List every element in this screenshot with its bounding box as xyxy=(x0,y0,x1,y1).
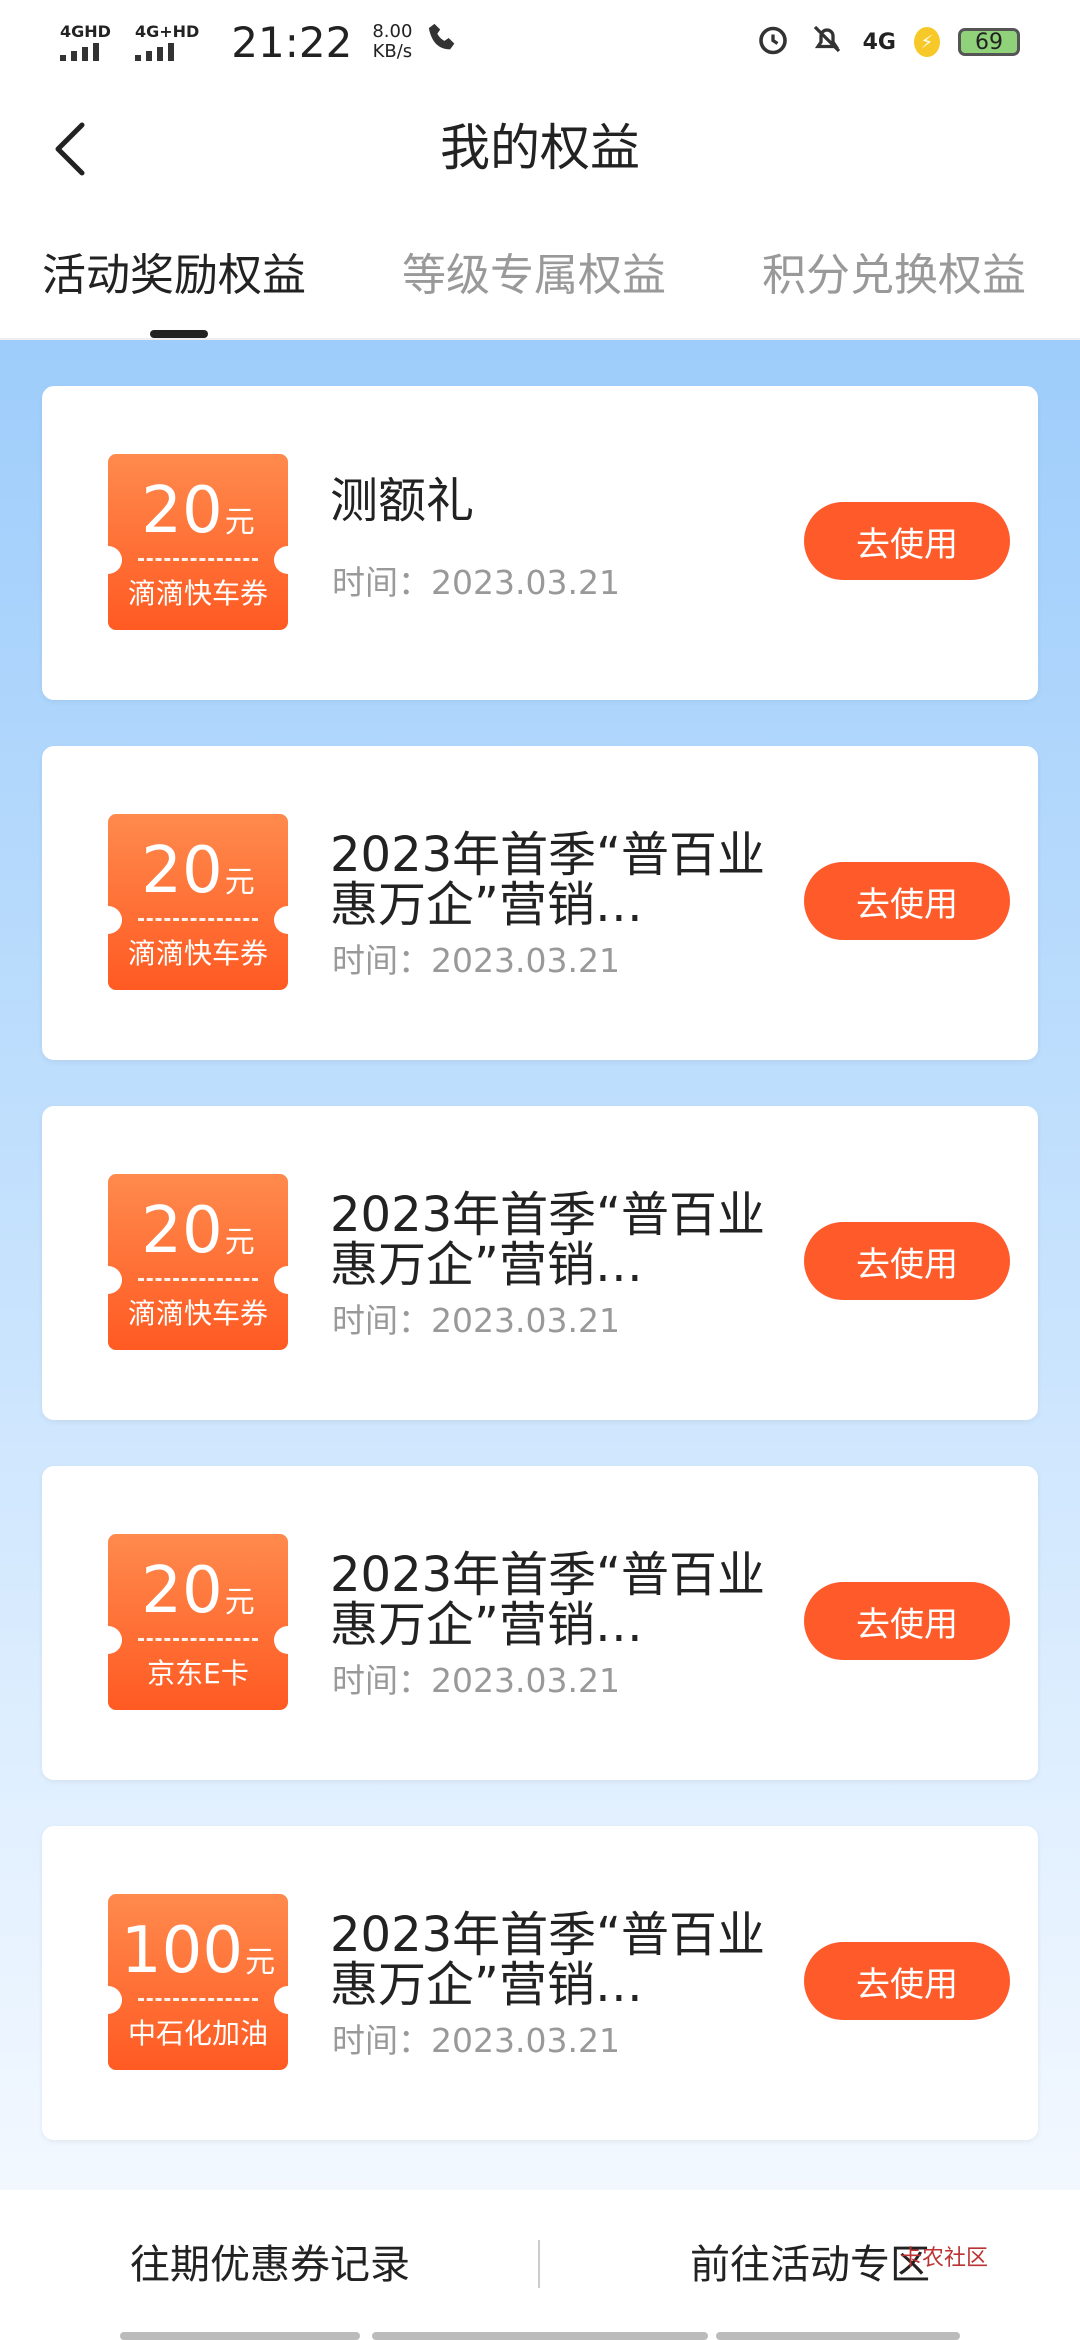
battery-level: 69 xyxy=(975,29,1003,55)
amount-value: 20 xyxy=(141,1194,223,1268)
coupon-badge: 20元 滴滴快车券 xyxy=(108,454,288,630)
benefit-title: 2023年首季“普百业 惠万企”营销… xyxy=(330,1190,766,1290)
use-button[interactable]: 去使用 xyxy=(804,1222,1010,1300)
bottom-bar: 往期优惠券记录 前往活动专区 卡农社区 xyxy=(0,2190,1080,2340)
bell-muted-icon xyxy=(809,21,845,64)
network-label-3: 4G xyxy=(862,29,896,55)
divider xyxy=(538,2240,540,2288)
nav-indicator xyxy=(372,2332,708,2340)
use-button[interactable]: 去使用 xyxy=(804,862,1010,940)
signal-bars-icon xyxy=(60,41,99,61)
benefit-title: 2023年首季“普百业 惠万企”营销… xyxy=(330,1550,766,1650)
use-button[interactable]: 去使用 xyxy=(804,502,1010,580)
coupon-badge: 20元 滴滴快车券 xyxy=(108,814,288,990)
amount-value: 20 xyxy=(141,834,223,908)
speed-unit: KB/s xyxy=(372,41,413,62)
amount-value: 100 xyxy=(120,1914,244,1988)
nav-bar: 我的权益 xyxy=(0,84,1080,212)
benefit-time: 时间：2023.03.21 xyxy=(332,2021,620,2060)
coupon-amount: 20元 xyxy=(108,1556,288,1638)
coupon-amount: 20元 xyxy=(108,476,288,558)
coupon-badge: 20元 京东E卡 xyxy=(108,1534,288,1710)
battery-icon: 69 xyxy=(958,28,1020,56)
coupon-amount: 20元 xyxy=(108,1196,288,1278)
benefit-title: 2023年首季“普百业 惠万企”营销… xyxy=(330,1910,766,2010)
signal-2: 4G+HD xyxy=(134,22,200,61)
coupon-name: 京东E卡 xyxy=(147,1657,249,1690)
charging-icon: ⚡ xyxy=(914,27,940,57)
nav-indicator xyxy=(120,2332,360,2340)
benefit-time: 时间：2023.03.21 xyxy=(332,563,620,602)
amount-unit: 元 xyxy=(224,865,255,900)
tab-bar: 活动奖励权益 等级专属权益 积分兑换权益 xyxy=(0,212,1080,340)
benefit-card: 20元 滴滴快车券 2023年首季“普百业 惠万企”营销… 时间：2023.03… xyxy=(42,1106,1038,1420)
amount-value: 20 xyxy=(141,1554,223,1628)
use-button[interactable]: 去使用 xyxy=(804,1582,1010,1660)
activity-zone-link[interactable]: 前往活动专区 xyxy=(690,2232,930,2290)
amount-unit: 元 xyxy=(224,1585,255,1620)
coupon-name: 滴滴快车券 xyxy=(127,937,268,970)
benefit-card: 20元 滴滴快车券 测额礼 时间：2023.03.21 去使用 xyxy=(42,386,1038,700)
network-speed: 8.00 KB/s xyxy=(372,22,412,62)
benefit-card: 20元 滴滴快车券 2023年首季“普百业 惠万企”营销… 时间：2023.03… xyxy=(42,746,1038,1060)
watermark-logo: 卡农社区 xyxy=(900,2246,989,2271)
coupon-badge: 100元 中石化加油 xyxy=(108,1894,288,2070)
tab-level-exclusive[interactable]: 等级专属权益 xyxy=(402,212,666,340)
amount-value: 20 xyxy=(141,474,223,548)
alarm-icon xyxy=(755,21,791,64)
tab-points-exchange[interactable]: 积分兑换权益 xyxy=(762,212,1026,340)
page-title: 我的权益 xyxy=(440,119,640,177)
amount-unit: 元 xyxy=(224,1225,255,1260)
coupon-amount: 20元 xyxy=(108,836,288,918)
benefit-card: 20元 京东E卡 2023年首季“普百业 惠万企”营销… 时间：2023.03.… xyxy=(42,1466,1038,1780)
status-bar: 4GHD 4G+HD 21:22 8.00 KB/s 4G ⚡ 69 xyxy=(0,0,1080,84)
benefits-list[interactable]: 20元 滴滴快车券 测额礼 时间：2023.03.21 去使用 20元 滴滴快车… xyxy=(0,340,1080,2190)
network-label-1: 4GHD xyxy=(60,22,111,41)
coupon-name: 滴滴快车券 xyxy=(127,1297,268,1330)
benefit-title: 2023年首季“普百业 惠万企”营销… xyxy=(330,830,766,930)
tab-indicator xyxy=(150,330,208,338)
speed-value: 8.00 xyxy=(372,21,413,42)
coupon-name: 中石化加油 xyxy=(127,2017,268,2050)
network-label-2: 4G+HD xyxy=(134,22,200,41)
benefit-time: 时间：2023.03.21 xyxy=(332,1301,620,1340)
coupon-badge: 20元 滴滴快车券 xyxy=(108,1174,288,1350)
clock: 21:22 xyxy=(231,17,353,67)
past-coupons-link[interactable]: 往期优惠券记录 xyxy=(130,2232,410,2290)
nav-indicator xyxy=(716,2332,960,2340)
signal-1: 4GHD xyxy=(60,23,111,61)
benefit-time: 时间：2023.03.21 xyxy=(332,1661,620,1700)
coupon-amount: 100元 xyxy=(108,1916,288,1998)
phone-call-icon xyxy=(426,19,460,65)
tab-activity-rewards[interactable]: 活动奖励权益 xyxy=(42,212,306,340)
benefit-time: 时间：2023.03.21 xyxy=(332,941,620,980)
amount-unit: 元 xyxy=(245,1945,276,1980)
coupon-name: 滴滴快车券 xyxy=(127,577,268,610)
benefit-card: 100元 中石化加油 2023年首季“普百业 惠万企”营销… 时间：2023.0… xyxy=(42,1826,1038,2140)
use-button[interactable]: 去使用 xyxy=(804,1942,1010,2020)
amount-unit: 元 xyxy=(224,505,255,540)
signal-bars-icon xyxy=(134,41,174,61)
